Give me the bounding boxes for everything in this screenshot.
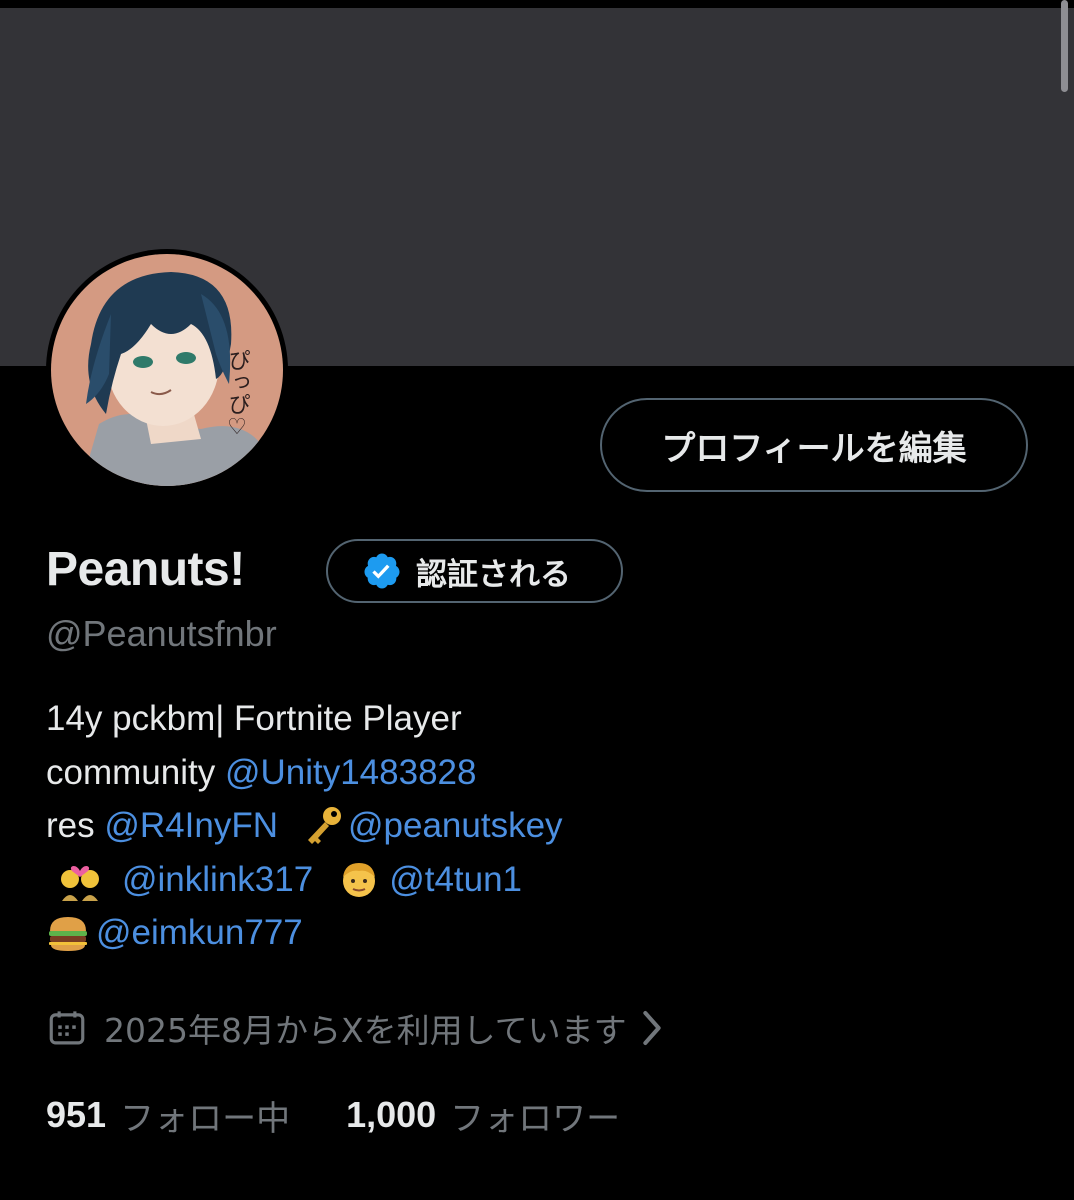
joined-text: 2025年8月からXを利用しています: [104, 1011, 627, 1050]
bio-text: res: [46, 806, 105, 845]
bio-line: res @R4InyFN @peanutskey: [46, 799, 563, 853]
follow-stats: 951 フォロー中 1,000 フォロワー: [46, 1090, 620, 1140]
scrollbar[interactable]: [1061, 0, 1068, 92]
bio-line: @inklink317 @t4tun1: [46, 853, 563, 907]
get-verified-label: 認証される: [416, 556, 571, 593]
joined-date[interactable]: 2025年8月からXを利用しています: [46, 1004, 665, 1052]
couple-with-heart-icon: [61, 866, 99, 902]
man-icon: [343, 863, 376, 898]
display-name: Peanuts!: [46, 543, 245, 596]
mention-link[interactable]: @R4InyFN: [104, 799, 278, 853]
avatar-image: ぴっぴ♡: [51, 254, 283, 486]
avatar[interactable]: ぴっぴ♡: [46, 249, 288, 491]
following-link[interactable]: 951 フォロー中: [46, 1091, 290, 1140]
handle: @Peanutsfnbr: [46, 613, 277, 654]
key-icon: [307, 806, 341, 844]
mention-link[interactable]: @Unity1483828: [225, 746, 477, 800]
hamburger-icon: [49, 916, 87, 951]
mention-link[interactable]: @t4tun1: [389, 853, 522, 907]
bio-line: 14y pckbm| Fortnite Player: [46, 692, 563, 746]
bio: 14y pckbm| Fortnite Player community @Un…: [46, 692, 563, 960]
avatar-caption: ぴっぴ♡: [225, 349, 250, 440]
mention-link[interactable]: @peanutskey: [348, 799, 563, 853]
bio-text: community: [46, 752, 225, 792]
verified-badge-icon: [364, 553, 400, 589]
bio-line: @eimkun777: [46, 906, 563, 960]
calendar-icon: [49, 1011, 85, 1045]
followers-link[interactable]: 1,000 フォロワー: [346, 1091, 620, 1140]
mention-link[interactable]: @eimkun777: [96, 906, 303, 960]
get-verified-button[interactable]: 認証される: [326, 539, 623, 603]
following-label: フォロー中: [120, 1098, 291, 1139]
bio-text: 14y pckbm| Fortnite Player: [46, 699, 462, 738]
following-count: 951: [46, 1094, 107, 1135]
followers-count: 1,000: [346, 1094, 437, 1135]
mention-link[interactable]: @inklink317: [122, 853, 313, 907]
chevron-right-icon: [642, 1011, 661, 1045]
top-edge: [0, 0, 1074, 8]
bio-line: community @Unity1483828: [46, 746, 563, 800]
followers-label: フォロワー: [450, 1098, 621, 1139]
edit-profile-button[interactable]: プロフィールを編集: [600, 398, 1028, 492]
